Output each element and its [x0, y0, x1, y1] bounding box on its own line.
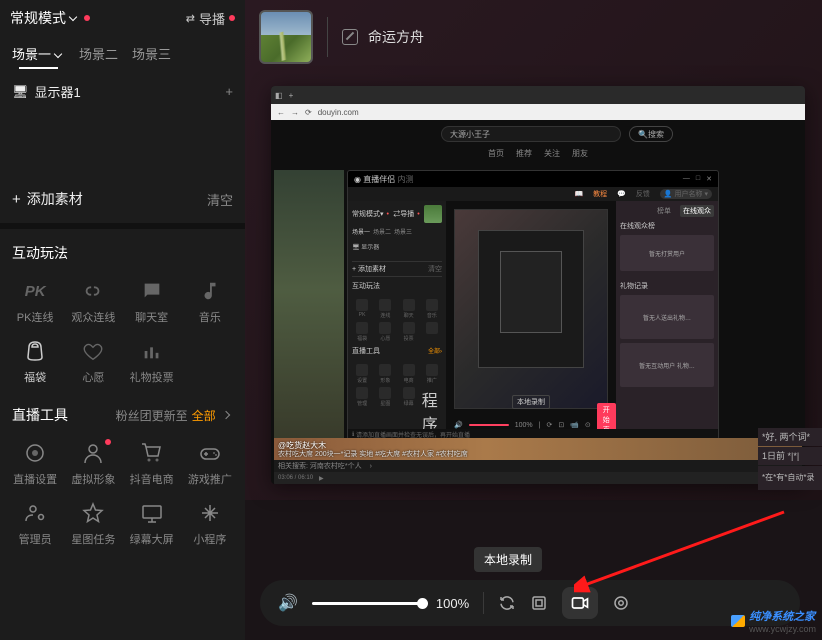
nested-app-window: ◉ 直播伴侣 内测 —□✕ 📖教程 💬反馈 👤 用户名称 ▾ 常规模式▾•⇄导播…: [347, 170, 719, 440]
tools-section-header: 直播工具 粉丝团更新至全部: [0, 395, 245, 435]
browser-capture: ◧+ ←→⟳ douyin.com 大源小王子 🔍 搜索 首页推荐关注朋友 ◉ …: [271, 86, 805, 484]
chat-icon: [138, 277, 166, 305]
target-icon: [21, 439, 49, 467]
screenshot-button[interactable]: [530, 594, 548, 612]
ecommerce-button[interactable]: 抖音电商: [123, 439, 181, 487]
scene-tab-3[interactable]: 场景三: [126, 40, 177, 67]
monitor-icon: 🖥: [12, 84, 29, 100]
pk-link-button[interactable]: PKPK连线: [6, 277, 64, 325]
record-tooltip: 本地录制: [474, 547, 542, 572]
edit-icon[interactable]: [342, 29, 358, 45]
star-task-button[interactable]: 星图任务: [64, 499, 122, 547]
tools-more-link[interactable]: 粉丝团更新至全部: [116, 407, 233, 424]
divider: [327, 17, 328, 57]
game-category[interactable]: 命运方舟: [368, 27, 424, 47]
notification-dot: [105, 439, 111, 445]
plus-icon: +: [12, 191, 21, 208]
right-info-panel: *好, 两个词* 1日前 *|*| *在*有*自动*录: [758, 428, 822, 491]
source-item-monitor[interactable]: 🖥 显示器1 +: [0, 72, 245, 111]
sidebar-video-thumb: [274, 170, 344, 470]
swap-icon: ⇄: [186, 12, 195, 25]
chevron-down-icon: [69, 13, 77, 21]
game-promo-button[interactable]: 游戏推广: [181, 439, 239, 487]
mode-label: 常规模式: [10, 8, 66, 28]
chart-bar-icon: [138, 337, 166, 365]
volume-icon[interactable]: 🔊: [278, 593, 298, 613]
preview-area: 命运方舟 ◧+ ←→⟳ douyin.com 大源小王子 🔍 搜索 首页推荐关注…: [245, 0, 822, 500]
sparkle-icon: [196, 499, 224, 527]
add-source-button[interactable]: 添加素材: [27, 189, 83, 209]
admin-icon: [21, 499, 49, 527]
notification-dot: [229, 15, 235, 21]
admin-button[interactable]: 管理员: [6, 499, 64, 547]
gift-vote-button[interactable]: 礼物投票: [123, 337, 181, 385]
record-button[interactable]: [562, 587, 598, 619]
search-input: 大源小王子: [441, 126, 621, 142]
star-icon: [79, 499, 107, 527]
nav-links: 首页推荐关注朋友: [488, 148, 588, 159]
wish-button[interactable]: 心愿: [64, 337, 122, 385]
cover-thumbnail[interactable]: [259, 10, 313, 64]
mode-selector[interactable]: 常规模式: [10, 8, 90, 28]
clear-button[interactable]: 清空: [207, 190, 233, 209]
refresh-button[interactable]: [498, 594, 516, 612]
watermark: 纯净系统之家 www.ycwjzy.com: [731, 608, 816, 634]
lucky-bag-button[interactable]: 福袋: [6, 337, 64, 385]
link-icon: [79, 277, 107, 305]
scene-tabs: 场景一 场景二 场景三: [0, 36, 245, 72]
avatar-icon: [79, 439, 107, 467]
notification-dot: [84, 15, 90, 21]
browser-tab-strip: ◧+: [271, 86, 805, 104]
chatroom-button[interactable]: 聊天室: [123, 277, 181, 325]
volume-percent: 100%: [436, 596, 469, 611]
volume-slider[interactable]: [312, 602, 422, 605]
browser-address-bar: ←→⟳ douyin.com: [271, 104, 805, 120]
wish-icon: [79, 337, 107, 365]
director-button[interactable]: ⇄ 导播: [186, 9, 235, 28]
audience-link-button[interactable]: 观众连线: [64, 277, 122, 325]
bottom-control-bar: 🔊 100%: [260, 580, 800, 626]
bag-icon: [21, 337, 49, 365]
greenscreen-button[interactable]: 绿幕大屏: [123, 499, 181, 547]
screen-icon: [138, 499, 166, 527]
gamepad-icon: [196, 439, 224, 467]
miniprogram-button[interactable]: 小程序: [181, 499, 239, 547]
pk-icon: PK: [21, 277, 49, 305]
avatar-button[interactable]: 虚拟形象: [64, 439, 122, 487]
chevron-down-icon: [54, 50, 62, 58]
live-settings-button[interactable]: 直播设置: [6, 439, 64, 487]
scene-tab-2[interactable]: 场景二: [73, 40, 124, 67]
monitor-label: 显示器1: [35, 82, 81, 101]
chevron-right-icon: [222, 410, 230, 418]
interactive-section-header: 互动玩法: [0, 233, 245, 273]
watermark-icon: [731, 615, 745, 627]
monitor-add-button[interactable]: +: [225, 84, 233, 99]
divider: [483, 592, 484, 614]
music-button[interactable]: 音乐: [181, 277, 239, 325]
music-icon: [196, 277, 224, 305]
settings-button[interactable]: [612, 594, 630, 612]
scene-tab-1[interactable]: 场景一: [6, 40, 71, 67]
cart-icon: [138, 439, 166, 467]
swap-label: 导播: [199, 9, 225, 28]
search-button: 🔍 搜索: [629, 126, 673, 142]
